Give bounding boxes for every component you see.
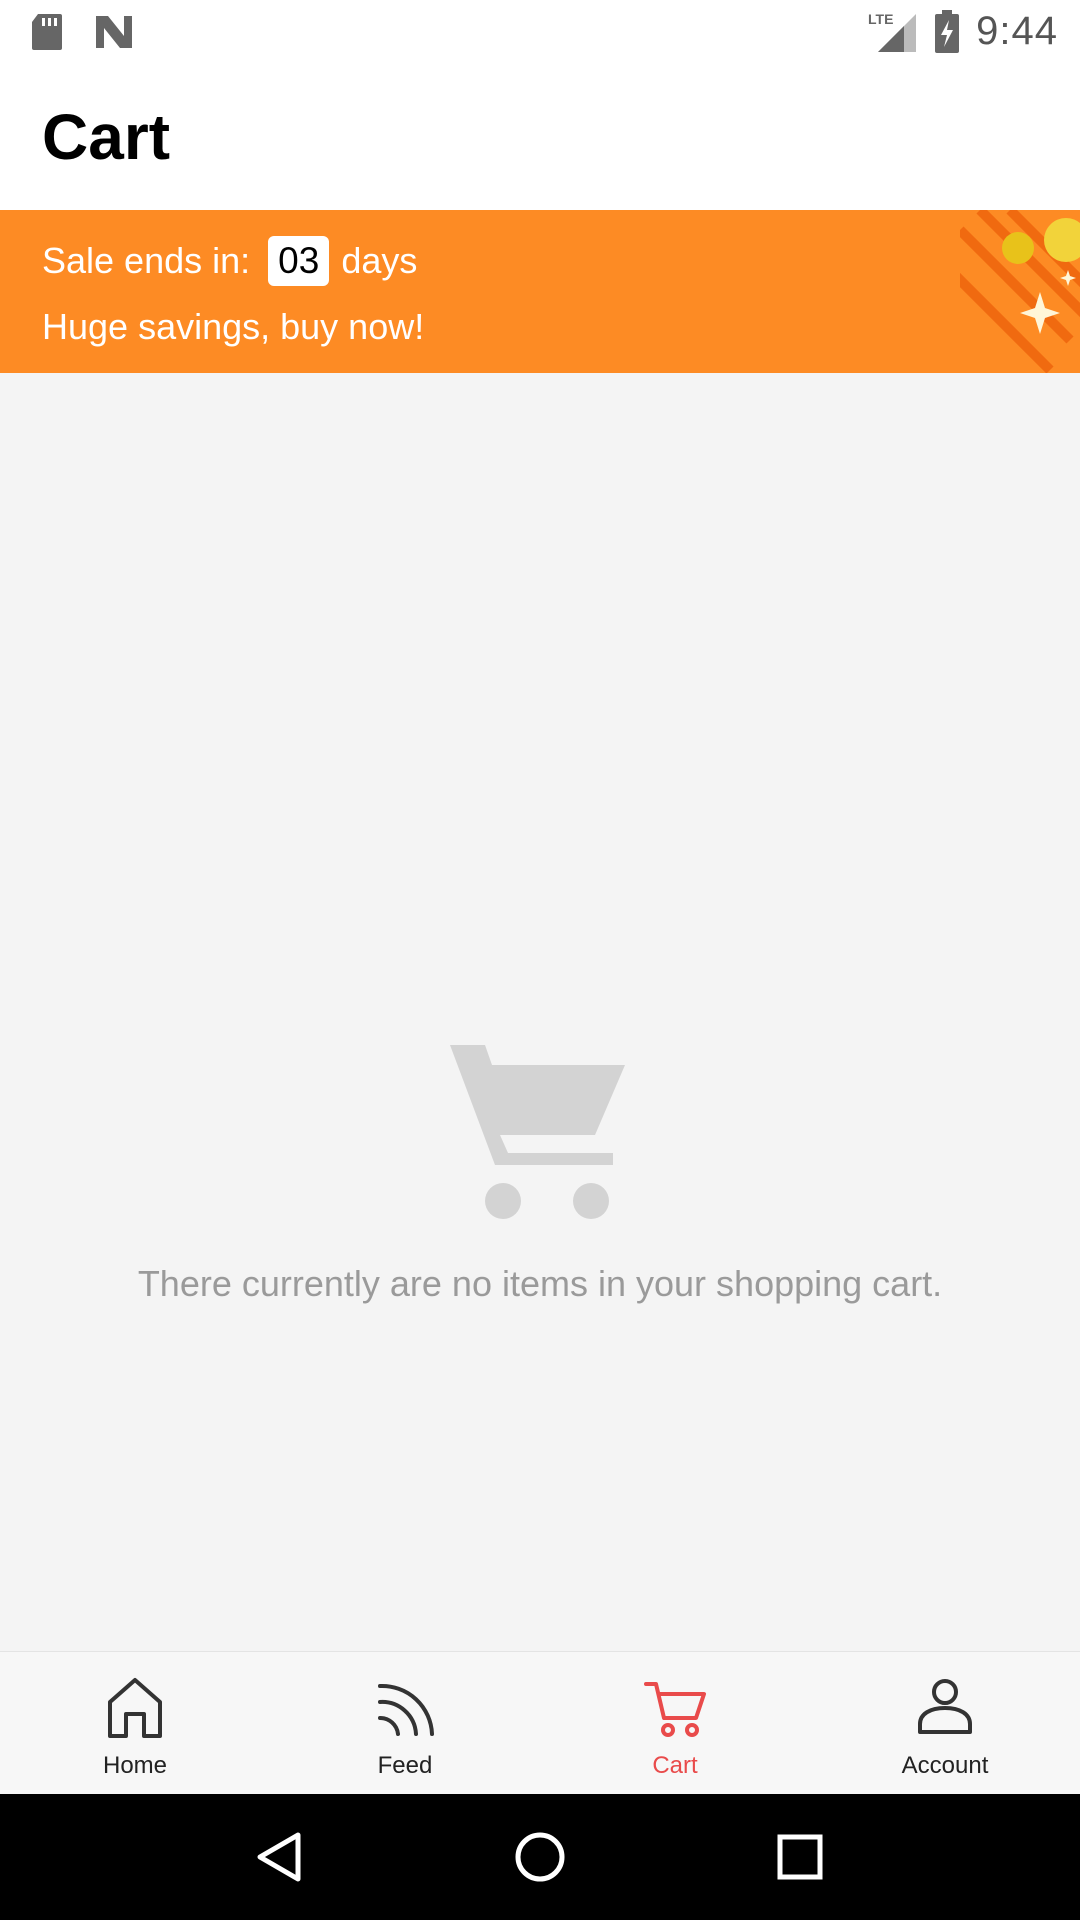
- bottom-nav: Home Feed Cart Account: [0, 1651, 1080, 1794]
- feed-icon: [378, 1683, 434, 1736]
- sale-subtitle: Huge savings, buy now!: [42, 306, 425, 347]
- nav-home[interactable]: Home: [0, 1652, 270, 1794]
- app-header: Cart: [0, 63, 1080, 210]
- system-nav-bar: [0, 1794, 1080, 1920]
- empty-cart-message: There currently are no items in your sho…: [137, 1263, 943, 1304]
- sparkle-decoration-icon: [960, 210, 1080, 373]
- network-label: LTE: [868, 11, 893, 27]
- status-left: [30, 12, 134, 52]
- nav-cart-label: Cart: [652, 1752, 698, 1779]
- page-title: Cart: [42, 100, 171, 173]
- nav-feed[interactable]: Feed: [270, 1652, 540, 1794]
- nav-home-label: Home: [102, 1752, 168, 1779]
- sale-suffix: days: [341, 240, 418, 281]
- sale-prefix: Sale ends in:: [42, 240, 251, 281]
- empty-cart-state: There currently are no items in your sho…: [0, 373, 1080, 1651]
- shopping-cart-icon: [450, 1045, 625, 1219]
- home-circle-icon[interactable]: [510, 1827, 570, 1887]
- nav-account-label: Account: [901, 1752, 989, 1779]
- sale-countdown-line: Sale ends in: 03 days: [42, 232, 417, 290]
- n-logo-icon: [96, 15, 132, 48]
- battery-charging-icon: [935, 9, 960, 53]
- status-bar: LTE 9:44: [0, 0, 1080, 63]
- countdown-days-box: 03: [268, 236, 330, 286]
- cart-screen: LTE 9:44 Cart Sale ends in: 03 days Huge…: [0, 0, 1080, 1920]
- nav-account[interactable]: Account: [810, 1652, 1080, 1794]
- nav-cart[interactable]: Cart: [540, 1652, 810, 1794]
- status-time: 9:44: [976, 9, 1058, 53]
- status-right: LTE 9:44: [868, 9, 1058, 54]
- recents-icon[interactable]: [770, 1827, 830, 1887]
- back-icon[interactable]: [250, 1827, 310, 1887]
- sale-banner[interactable]: Sale ends in: 03 days Huge savings, buy …: [0, 210, 1080, 373]
- home-icon: [108, 1678, 162, 1738]
- account-icon: [918, 1679, 972, 1734]
- sd-card-icon: [32, 13, 62, 50]
- lte-signal-icon: LTE: [868, 11, 917, 52]
- cart-icon: [644, 1682, 706, 1737]
- nav-feed-label: Feed: [377, 1752, 433, 1779]
